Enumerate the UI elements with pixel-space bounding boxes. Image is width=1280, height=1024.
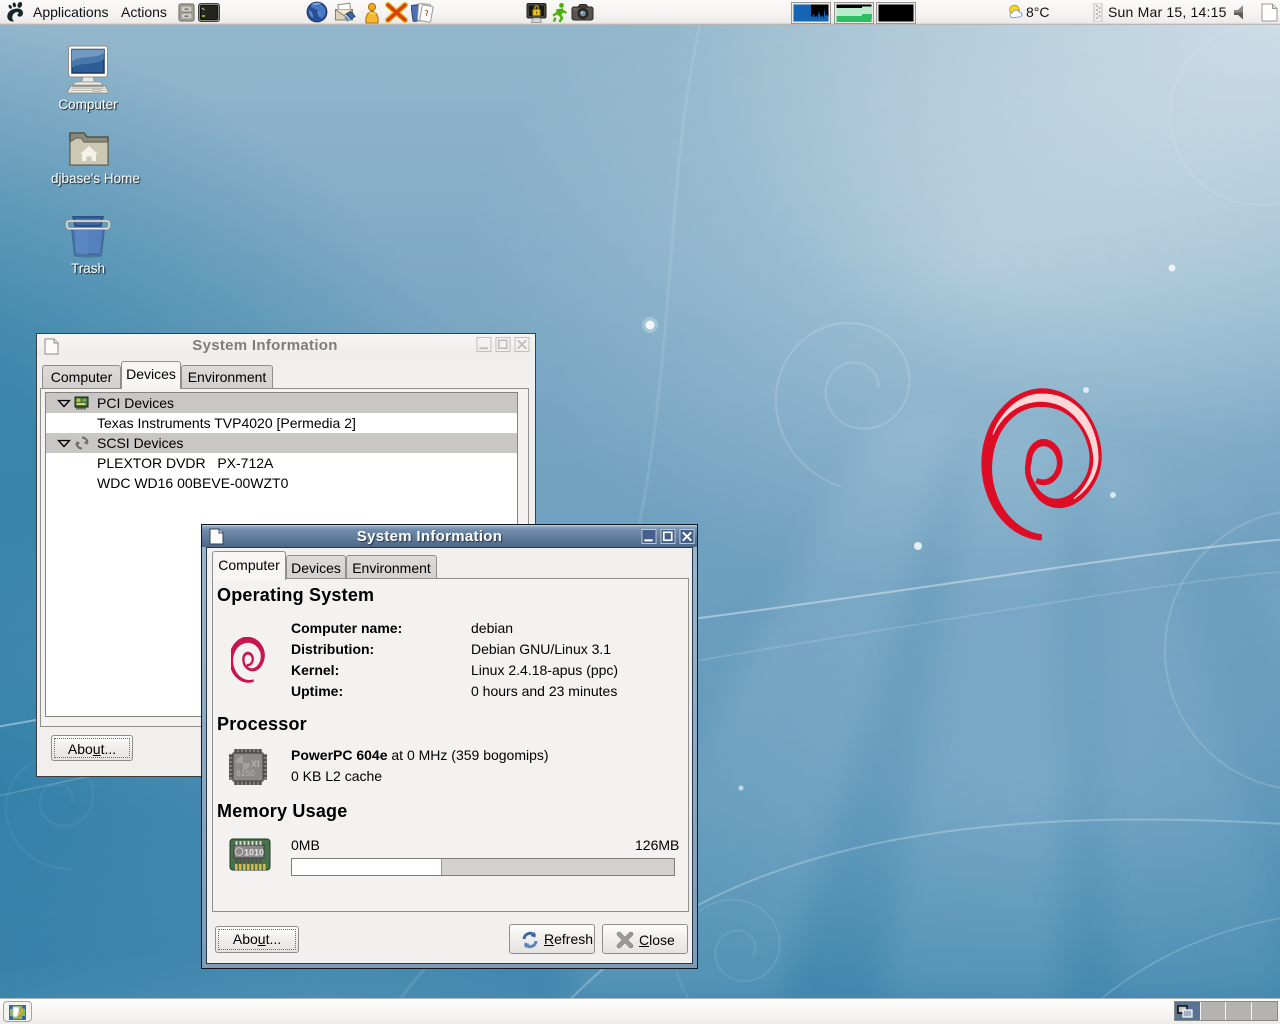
svg-text:6150: 6150 (236, 768, 255, 778)
svg-text:1010: 1010 (244, 848, 264, 858)
